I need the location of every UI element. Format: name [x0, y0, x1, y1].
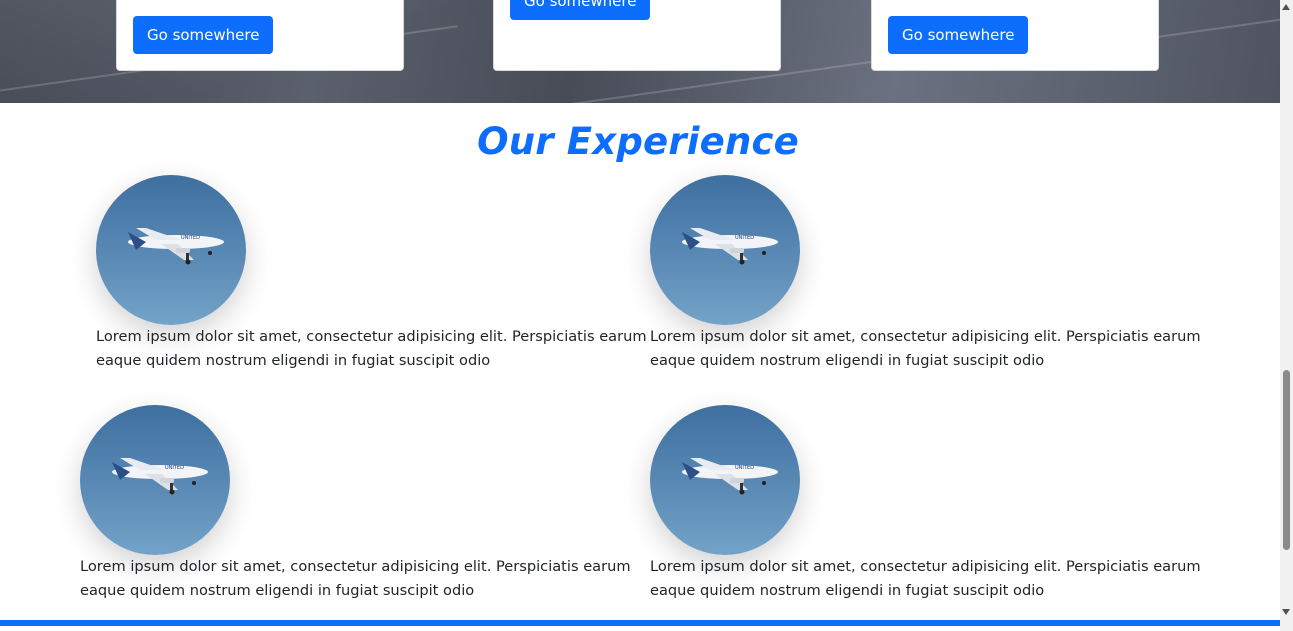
- airplane-icon: UNITED: [682, 458, 778, 495]
- airline-logo: UNITED: [165, 465, 184, 471]
- airplane-icon: UNITED: [112, 458, 208, 495]
- section-title: Our Experience: [477, 120, 799, 163]
- footer-accent-bar: [0, 620, 1280, 626]
- airplane-icon: UNITED: [128, 228, 224, 265]
- go-somewhere-button[interactable]: Go somewhere: [888, 16, 1029, 54]
- page: Go somewhere Go somewhere Go somewhere O…: [0, 0, 1293, 631]
- airplane-image: UNITED: [96, 175, 246, 325]
- airplane-image: UNITED: [80, 405, 230, 555]
- go-somewhere-button[interactable]: Go somewhere: [510, 0, 651, 20]
- card-1: Go somewhere: [116, 0, 404, 71]
- airplane-icon: UNITED: [682, 228, 778, 265]
- page-scrollbar[interactable]: [1280, 0, 1293, 631]
- airline-logo: UNITED: [735, 235, 754, 241]
- experience-text: Lorem ipsum dolor sit amet, consectetur …: [650, 558, 1201, 599]
- experience-text: Lorem ipsum dolor sit amet, consectetur …: [80, 558, 631, 599]
- experience-text: Lorem ipsum dolor sit amet, consectetur …: [650, 328, 1201, 369]
- scroll-up-arrow-icon[interactable]: [1282, 4, 1290, 10]
- scroll-down-arrow-icon[interactable]: [1282, 609, 1290, 615]
- airline-logo: UNITED: [181, 235, 200, 241]
- airline-logo: UNITED: [735, 465, 754, 471]
- card-3: Go somewhere: [871, 0, 1159, 71]
- airplane-image: UNITED: [650, 175, 800, 325]
- scroll-thumb[interactable]: [1283, 370, 1290, 550]
- experience-text: Lorem ipsum dolor sit amet, consectetur …: [96, 328, 647, 369]
- airplane-image: UNITED: [650, 405, 800, 555]
- card-2: Go somewhere: [493, 0, 781, 71]
- go-somewhere-button[interactable]: Go somewhere: [133, 16, 274, 54]
- hero-background: Go somewhere Go somewhere Go somewhere: [0, 0, 1280, 103]
